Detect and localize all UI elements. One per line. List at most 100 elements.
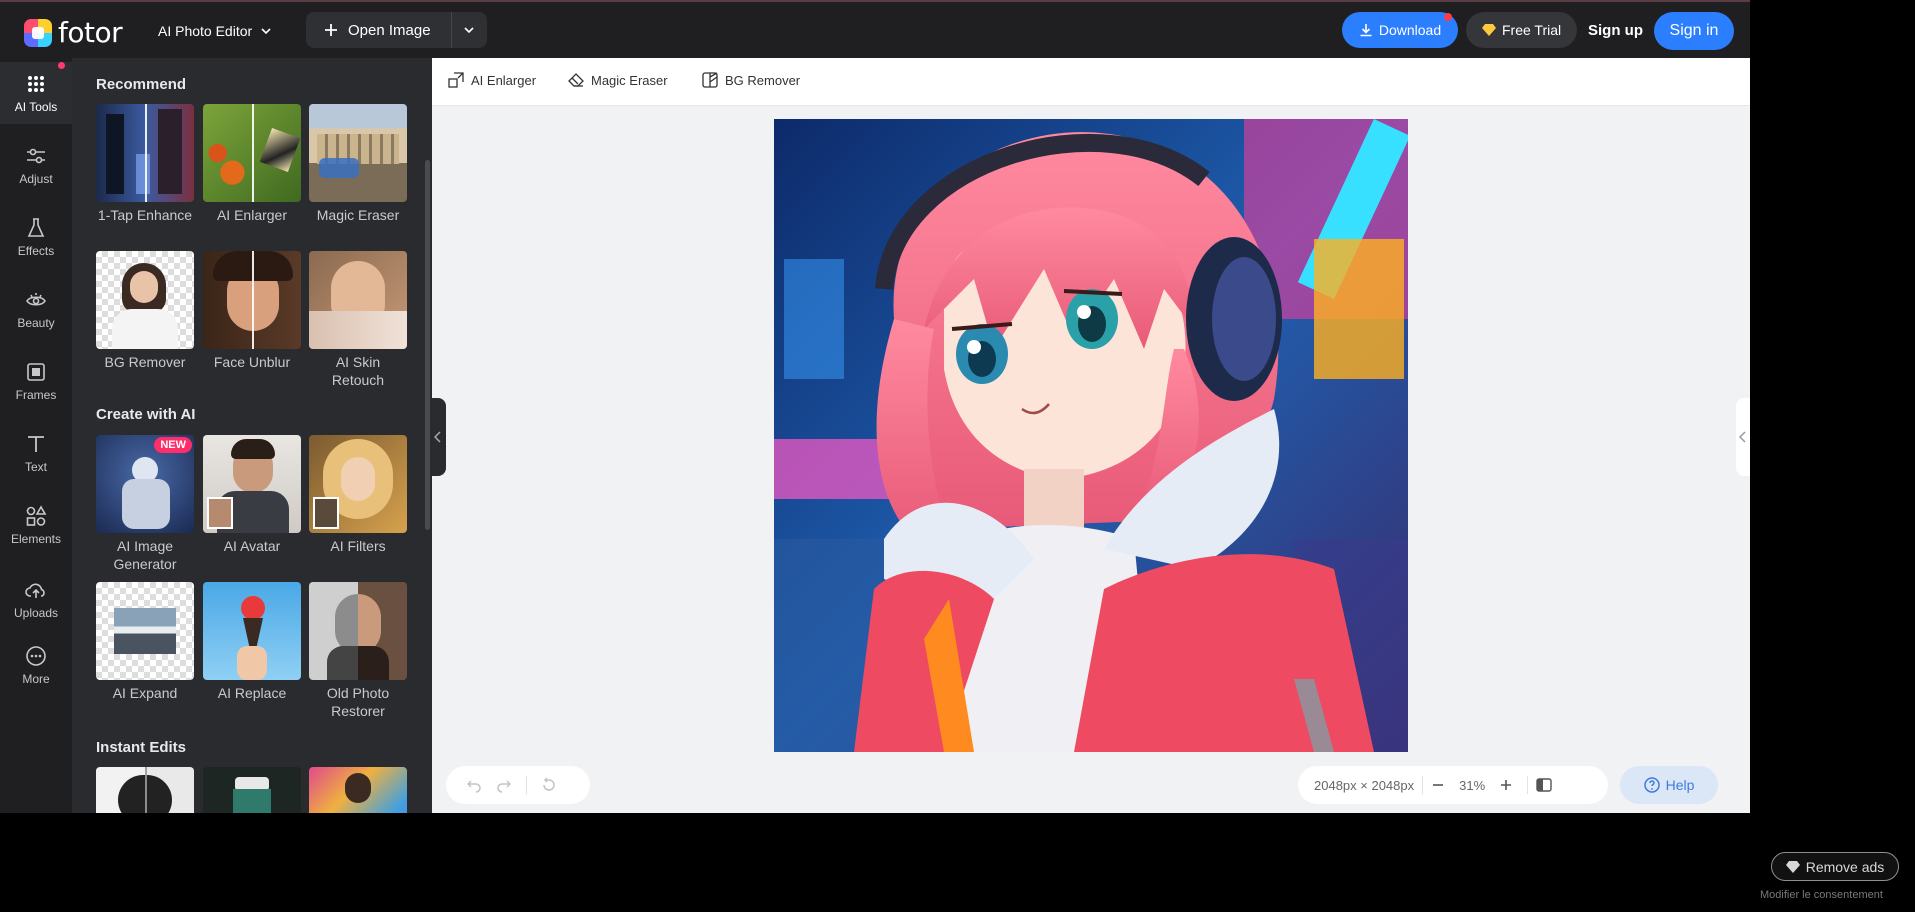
rail-item-adjust[interactable]: Adjust — [0, 134, 72, 196]
redo-icon[interactable] — [496, 777, 512, 793]
tool-thumbnail — [309, 435, 407, 533]
frame-icon — [27, 362, 45, 381]
split-line — [252, 251, 254, 349]
tool-ai-replace[interactable]: AI Replace — [203, 582, 301, 702]
sign-up-link[interactable]: Sign up — [1588, 12, 1643, 48]
eraser-icon — [568, 73, 584, 87]
tool-thumbnail — [203, 104, 301, 202]
tool-thumbnail — [96, 767, 194, 813]
chevron-left-icon — [434, 431, 441, 443]
divider — [1527, 776, 1529, 794]
instant-edit-item[interactable] — [309, 767, 407, 813]
instant-edit-item[interactable] — [203, 767, 301, 813]
ai-enlarger-button[interactable]: AI Enlarger — [448, 72, 536, 88]
tool-label: 1-Tap Enhance — [97, 207, 193, 223]
rail-item-beauty[interactable]: Beauty — [0, 278, 72, 340]
tool-old-photo-restorer[interactable]: Old Photo Restorer — [309, 582, 407, 720]
tool-thumbnail — [309, 104, 407, 202]
diamond-icon — [1482, 24, 1496, 36]
help-button[interactable]: Help — [1620, 766, 1718, 804]
tool-label: AI Replace — [217, 685, 287, 701]
enlarge-icon — [448, 72, 464, 88]
download-button[interactable]: Download — [1342, 12, 1458, 48]
rail-label: Effects — [17, 243, 55, 258]
open-image-dropdown[interactable] — [450, 12, 487, 48]
remove-ads-label: Remove ads — [1805, 858, 1885, 875]
ai-photo-editor-menu[interactable]: AI Photo Editor — [158, 16, 272, 46]
rail-item-uploads[interactable]: Uploads — [0, 568, 72, 630]
remove-ads-button[interactable]: Remove ads — [1771, 852, 1899, 881]
text-icon — [28, 435, 44, 452]
bg-remover-label: BG Remover — [725, 72, 801, 88]
open-image-button[interactable]: Open Image — [306, 12, 451, 48]
tool-magic-eraser[interactable]: Magic Eraser — [309, 104, 407, 224]
tool-face-unblur[interactable]: Face Unblur — [203, 251, 301, 371]
rail-label: Elements — [10, 531, 62, 546]
rail-item-frames[interactable]: Frames — [0, 350, 72, 412]
tool-thumbnail — [203, 435, 301, 533]
tool-ai-expand[interactable]: AI Expand — [96, 582, 194, 702]
rail-label: More — [22, 671, 50, 686]
rail-item-elements[interactable]: Elements — [0, 494, 72, 556]
ai-enlarger-label: AI Enlarger — [471, 72, 537, 88]
cloud-upload-icon — [25, 583, 45, 598]
tool-ai-image-generator[interactable]: NEW AI Image Generator — [96, 435, 194, 573]
rail-item-more[interactable]: More — [0, 634, 72, 696]
zoom-level[interactable]: 31% — [1459, 778, 1485, 793]
undo-icon[interactable] — [466, 777, 482, 793]
tool-ai-avatar[interactable]: AI Avatar — [203, 435, 301, 555]
anime-girl-illustration — [774, 119, 1408, 752]
tool-1-tap-enhance[interactable]: 1-Tap Enhance — [96, 104, 194, 224]
ai-tools-panel: Recommend 1-Tap Enhance AI Enlarger Magi… — [72, 58, 432, 813]
canvas-image[interactable] — [774, 119, 1408, 752]
tool-label: BG Remover — [104, 354, 186, 370]
tool-label: Face Unblur — [213, 354, 291, 370]
download-icon — [1360, 24, 1372, 37]
grid-dots-icon — [28, 75, 44, 92]
plus-icon — [325, 24, 337, 36]
collapse-right-panel-handle[interactable] — [1736, 398, 1750, 476]
tool-bg-remover[interactable]: BG Remover — [96, 251, 194, 371]
split-line — [252, 104, 254, 202]
fotor-logo[interactable]: fotor — [24, 16, 123, 49]
tool-ai-enlarger[interactable]: AI Enlarger — [203, 104, 301, 224]
rail-item-ai-tools[interactable]: AI Tools — [0, 62, 72, 124]
bg-remover-button[interactable]: BG Remover — [702, 72, 800, 88]
tool-ai-skin-retouch[interactable]: AI Skin Retouch — [309, 251, 407, 389]
shapes-icon — [26, 504, 47, 526]
instant-edit-item[interactable] — [96, 767, 194, 813]
rail-item-text[interactable]: Text — [0, 422, 72, 484]
sign-in-button[interactable]: Sign in — [1654, 12, 1734, 50]
section-title-create-with-ai: Create with AI — [96, 406, 196, 423]
magic-eraser-button[interactable]: Magic Eraser — [568, 72, 668, 88]
notification-dot — [1444, 13, 1452, 21]
tool-thumbnail — [96, 104, 194, 202]
split-line — [145, 104, 147, 202]
top-header: fotor AI Photo Editor Open Image Downloa… — [0, 2, 1750, 58]
compare-icon[interactable] — [1536, 778, 1552, 792]
ai-photo-editor-label: AI Photo Editor — [158, 23, 253, 39]
rail-label: Frames — [15, 387, 57, 402]
left-tool-rail: AI Tools Adjust Effects Beauty Frames Te… — [0, 58, 72, 813]
rail-label: Uploads — [13, 605, 59, 620]
tool-ai-filters[interactable]: AI Filters — [309, 435, 407, 555]
tool-thumbnail — [309, 251, 407, 349]
eye-icon — [26, 292, 46, 306]
magic-eraser-label: Magic Eraser — [591, 72, 668, 88]
zoom-out-icon[interactable] — [1431, 778, 1445, 792]
collapse-panel-handle[interactable] — [430, 398, 446, 476]
section-title-instant-edits: Instant Edits — [96, 739, 187, 756]
free-trial-button[interactable]: Free Trial — [1466, 12, 1578, 48]
rail-item-effects[interactable]: Effects — [0, 206, 72, 268]
chevron-down-icon — [464, 27, 474, 34]
tool-label: AI Skin Retouch — [331, 354, 385, 388]
consent-link[interactable]: Modifier le consentement — [1760, 889, 1883, 901]
tool-thumbnail — [309, 767, 407, 813]
tool-thumbnail — [309, 582, 407, 680]
help-label: Help — [1665, 777, 1695, 793]
fotor-editor-app: fotor AI Photo Editor Open Image Downloa… — [0, 0, 1750, 813]
tool-label: Old Photo Restorer — [326, 685, 390, 719]
reset-icon[interactable] — [541, 777, 557, 793]
image-dimensions: 2048px × 2048px — [1314, 777, 1415, 793]
zoom-in-icon[interactable] — [1499, 778, 1513, 792]
